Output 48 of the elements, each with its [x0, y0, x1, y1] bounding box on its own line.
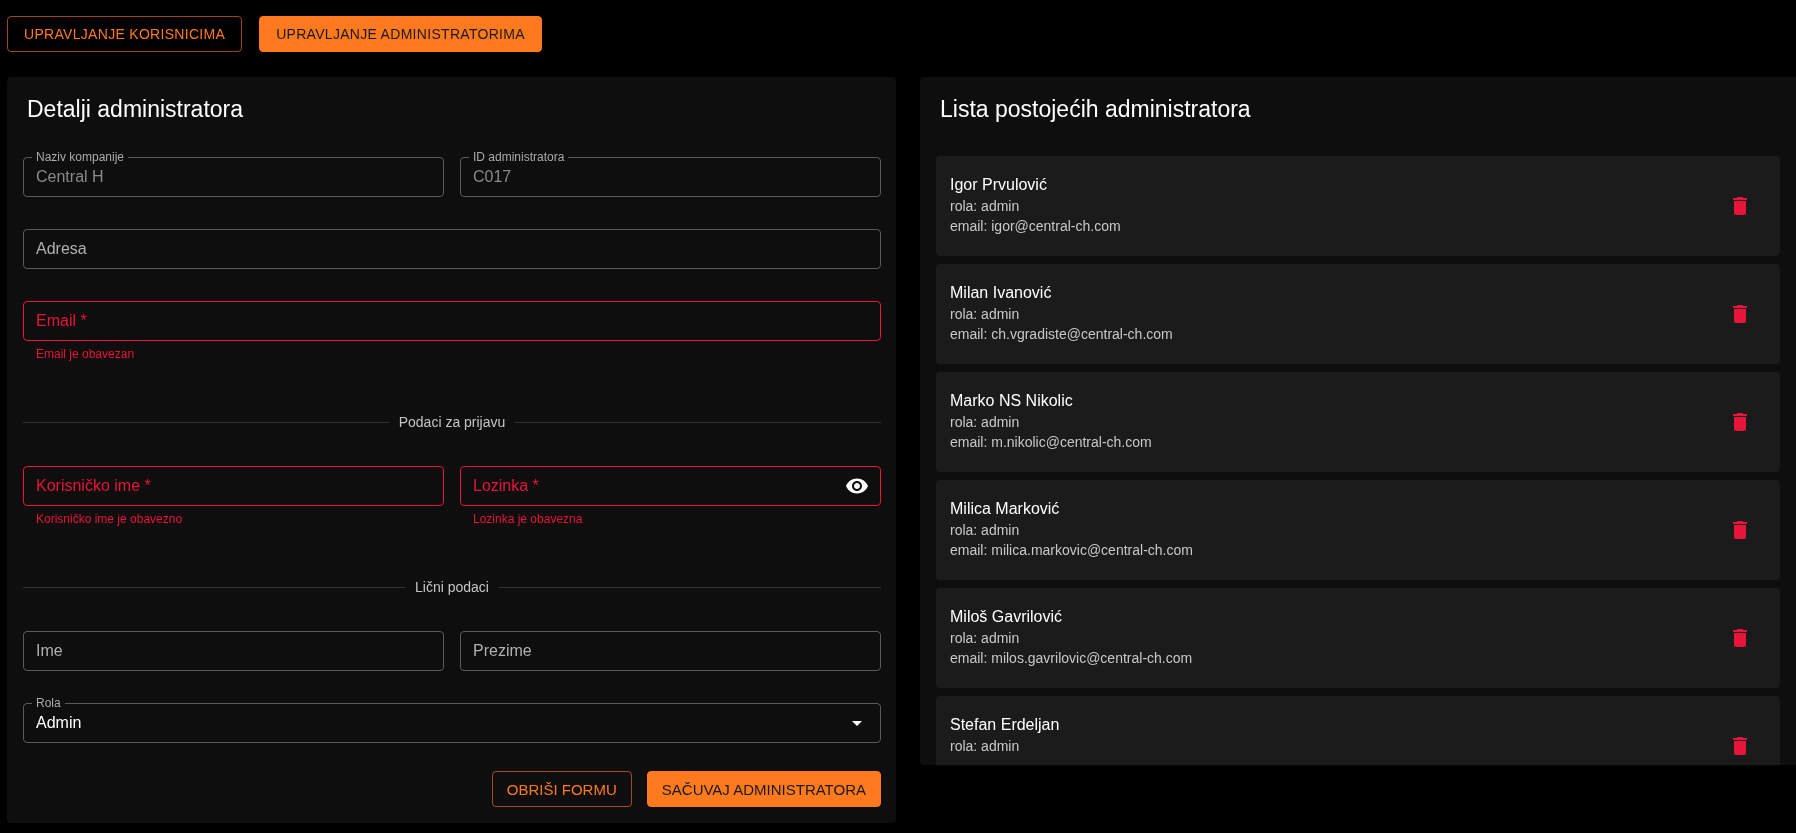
admin-role: rola: admin	[950, 197, 1020, 216]
field-label: Prezime	[473, 642, 532, 660]
panel-title: Detalji administratora	[27, 95, 244, 123]
admin-email: email: m.nikolic@central-ch.com	[950, 433, 1152, 452]
admin-email: email: milica.markovic@central-ch.com	[950, 541, 1193, 560]
section-heading: Lični podaci	[415, 579, 489, 595]
admin-name: Stefan Erdeljan	[950, 715, 1060, 735]
input-field[interactable]: Prezime	[460, 623, 881, 671]
field-label: ID administratora	[469, 150, 569, 164]
input-field[interactable]: Adresa	[23, 221, 881, 269]
input-field[interactable]: Email *	[23, 293, 881, 341]
admin-email: email: milos.gavrilovic@central-ch.com	[950, 649, 1193, 668]
admin-name: Milica Marković	[950, 499, 1060, 519]
admin-role: rola: admin	[950, 413, 1020, 432]
field-label: Ime	[36, 642, 63, 660]
field-label: Email *	[36, 312, 87, 330]
admin-role: rola: admin	[950, 521, 1020, 540]
admin-name: Marko NS Nikolic	[950, 391, 1073, 411]
admin-name: Miloš Gavrilović	[950, 607, 1062, 627]
error-message: Email je obavezan	[36, 347, 135, 361]
tab[interactable]: UPRAVLJANJE ADMINISTRATORIMA	[259, 16, 542, 52]
field-label: Naziv kompanije	[32, 150, 129, 164]
admin-name: Igor Prvulović	[950, 175, 1047, 195]
error-message: Korisničko ime je obavezno	[36, 512, 183, 526]
input-field[interactable]: Korisničko ime *	[23, 458, 444, 506]
field-label: Rola	[32, 696, 65, 710]
admin-role: rola: admin	[950, 305, 1020, 324]
input-field[interactable]: Lozinka *	[460, 458, 881, 506]
save-button[interactable]: SAČUVAJ ADMINISTRATORA	[646, 771, 881, 807]
field-label: Adresa	[36, 240, 87, 258]
field-label: Korisničko ime *	[36, 477, 151, 495]
admin-role: rola: admin	[950, 737, 1020, 756]
caret-icon	[852, 720, 862, 726]
admin-email: email: ch.vgradiste@central-ch.com	[950, 325, 1173, 344]
field-value: Central H	[36, 168, 105, 186]
clear-button[interactable]: OBRIŠI FORMU	[491, 771, 632, 807]
admin-role: rola: admin	[950, 629, 1020, 648]
panel-title: Lista postojećih administratora	[940, 95, 1251, 123]
admin-name: Milan Ivanović	[950, 283, 1052, 303]
input-field[interactable]: Ime	[23, 623, 444, 671]
admin-email: email: igor@central-ch.com	[950, 217, 1121, 236]
tab[interactable]: UPRAVLJANJE KORISNICIMA	[7, 16, 243, 52]
field-value: Admin	[36, 714, 83, 732]
field-label: Lozinka *	[473, 477, 539, 495]
error-message: Lozinka je obavezna	[473, 512, 583, 526]
section-heading: Podaci za prijavu	[398, 414, 506, 430]
field-value: C017	[473, 168, 513, 186]
select-field[interactable]: Rola Admin	[23, 695, 881, 743]
